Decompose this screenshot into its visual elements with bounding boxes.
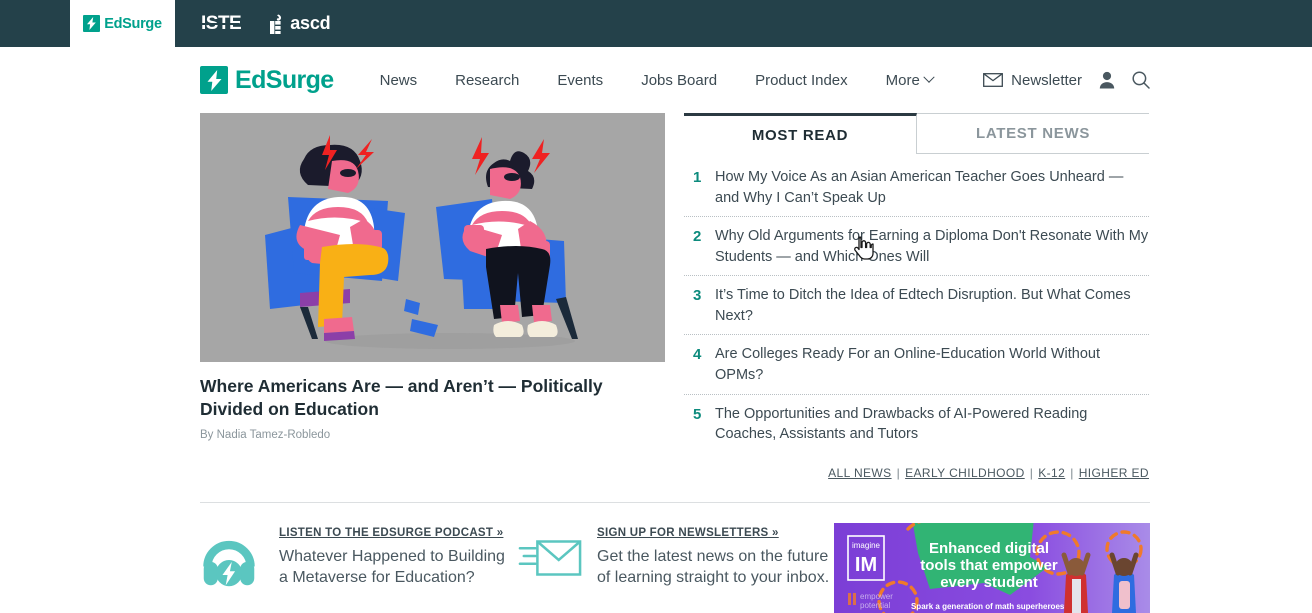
advertisement-banner[interactable]: imagine IM empower potential Enhanced di… [834, 522, 1150, 613]
nav-item-events[interactable]: Events [557, 66, 603, 95]
podcast-promo-text: LISTEN TO THE EDSURGE PODCAST » Whatever… [279, 523, 518, 613]
ascd-wordmark: ascd [290, 13, 331, 33]
edsurge-logo-home-link[interactable]: EdSurge [200, 66, 334, 95]
nav-item-jobs-board[interactable]: Jobs Board [641, 66, 717, 95]
category-link-higher-ed[interactable]: HIGHER ED [1079, 466, 1149, 480]
search-icon[interactable] [1132, 71, 1150, 89]
newsletter-promo-description[interactable]: Get the latest news on the future of lea… [597, 547, 834, 589]
category-separator: | [1070, 465, 1074, 480]
user-icon[interactable] [1099, 71, 1115, 89]
newsletter-promo[interactable]: SIGN UP FOR NEWSLETTERS » Get the latest… [518, 523, 834, 613]
podcast-promo[interactable]: LISTEN TO THE EDSURGE PODCAST » Whatever… [200, 523, 518, 613]
feature-article-byline[interactable]: By Nadia Tamez-Robledo [200, 429, 665, 441]
svg-text:every student: every student [940, 574, 1038, 591]
story-list-item[interactable]: 2 Why Old Arguments for Earning a Diplom… [684, 217, 1149, 277]
nav-item-product-index[interactable]: Product Index [755, 66, 848, 95]
story-title: Why Old Arguments for Earning a Diploma … [715, 228, 1149, 265]
svg-text:Spark a generation of math sup: Spark a generation of math superheroes! [911, 602, 1067, 611]
envelope-icon [983, 73, 1004, 87]
story-title: It’s Time to Ditch the Idea of Edtech Di… [715, 287, 1131, 324]
lightning-bolt-icon [83, 15, 101, 32]
edsurge-mini-wordmark: EdSurge [104, 15, 162, 32]
main-navigation-bar: EdSurge News Research Events Jobs Board … [0, 47, 1312, 113]
panel-tabs: MOST READ LATEST NEWS [684, 113, 1149, 154]
page-content: Where Americans Are — and Aren’t — Polit… [200, 113, 1150, 613]
story-rank: 2 [693, 228, 702, 246]
feature-article: Where Americans Are — and Aren’t — Polit… [200, 113, 665, 480]
story-rank: 5 [693, 405, 702, 423]
most-read-panel: MOST READ LATEST NEWS 1 How My Voice As … [684, 113, 1149, 480]
story-rank: 1 [693, 169, 702, 186]
story-list: 1 How My Voice As an Asian American Teac… [684, 158, 1149, 453]
nav-utility-group: Newsletter [983, 71, 1150, 89]
partner-logo-group: ISTE ascd [175, 0, 331, 47]
svg-text:tools that empower: tools that empower [920, 557, 1058, 574]
story-list-item[interactable]: 5 The Opportunities and Drawbacks of AI-… [684, 395, 1149, 453]
story-title: How My Voice As an Asian American Teache… [715, 169, 1124, 206]
section-divider [200, 501, 1150, 503]
story-list-item[interactable]: 1 How My Voice As an Asian American Teac… [684, 158, 1149, 218]
nav-item-more[interactable]: More [885, 66, 935, 95]
edsurge-wordmark: EdSurge [235, 65, 334, 94]
story-rank: 3 [693, 287, 702, 305]
feature-article-title[interactable]: Where Americans Are — and Aren’t — Polit… [200, 375, 665, 421]
bottom-row: LISTEN TO THE EDSURGE PODCAST » Whatever… [200, 522, 1150, 613]
svg-text:imagine: imagine [852, 541, 881, 550]
podcast-promo-title[interactable]: Whatever Happened to Building a Metavers… [279, 547, 518, 589]
podcast-promo-kicker[interactable]: LISTEN TO THE EDSURGE PODCAST » [279, 527, 503, 539]
newsletter-label: Newsletter [1011, 71, 1082, 89]
category-link-early-childhood[interactable]: EARLY CHILDHOOD [905, 466, 1025, 480]
ad-artwork: imagine IM empower potential Enhanced di… [834, 522, 1150, 613]
edsurge-mini-logo: EdSurge [83, 15, 162, 32]
nav-item-news[interactable]: News [380, 66, 418, 95]
lightning-bolt-icon [200, 66, 228, 94]
story-list-item[interactable]: 4 Are Colleges Ready For an Online-Educa… [684, 335, 1149, 395]
edsurge-brand-tab[interactable]: EdSurge [70, 0, 175, 47]
ascd-logo[interactable]: ascd [267, 13, 331, 34]
newsletter-link[interactable]: Newsletter [983, 72, 1082, 89]
story-list-item[interactable]: 3 It’s Time to Ditch the Idea of Edtech … [684, 276, 1149, 336]
nav-inner: EdSurge News Research Events Jobs Board … [200, 66, 1150, 95]
svg-text:empower: empower [860, 592, 893, 601]
nav-item-more-label: More [885, 71, 920, 89]
headphones-bolt-icon [200, 523, 262, 613]
tab-latest-news[interactable]: LATEST NEWS [917, 113, 1149, 154]
story-rank: 4 [693, 346, 702, 364]
nav-item-research[interactable]: Research [455, 66, 519, 95]
svg-text:potential: potential [860, 601, 890, 610]
svg-text:IM: IM [855, 554, 877, 576]
partner-topbar: EdSurge ISTE ascd [0, 0, 1312, 47]
category-separator: | [896, 465, 901, 480]
newsletter-promo-kicker[interactable]: SIGN UP FOR NEWSLETTERS » [597, 527, 779, 539]
nav-links: News Research Events Jobs Board Product … [380, 66, 935, 95]
category-link-all-news[interactable]: ALL NEWS [828, 466, 891, 480]
top-row: Where Americans Are — and Aren’t — Polit… [200, 113, 1150, 480]
category-separator: | [1029, 465, 1034, 480]
story-title: Are Colleges Ready For an Online-Educati… [715, 346, 1100, 384]
feature-article-image[interactable] [200, 113, 665, 362]
chevron-down-icon [923, 71, 935, 83]
svg-text:Enhanced digital: Enhanced digital [929, 540, 1049, 557]
newsletter-promo-text: SIGN UP FOR NEWSLETTERS » Get the latest… [597, 523, 834, 613]
tab-most-read[interactable]: MOST READ [684, 113, 917, 154]
topbar-left-spacer [0, 0, 70, 47]
ascd-mark-icon [267, 14, 284, 34]
political-divide-illustration [200, 113, 665, 362]
envelope-send-icon [518, 523, 582, 613]
category-link-k-12[interactable]: K-12 [1038, 466, 1065, 480]
category-links: ALL NEWS | EARLY CHILDHOOD | K-12 | HIGHER ED [684, 466, 1149, 480]
iste-logo[interactable]: ISTE [201, 13, 242, 35]
story-title: The Opportunities and Drawbacks of AI-Po… [715, 405, 1088, 443]
